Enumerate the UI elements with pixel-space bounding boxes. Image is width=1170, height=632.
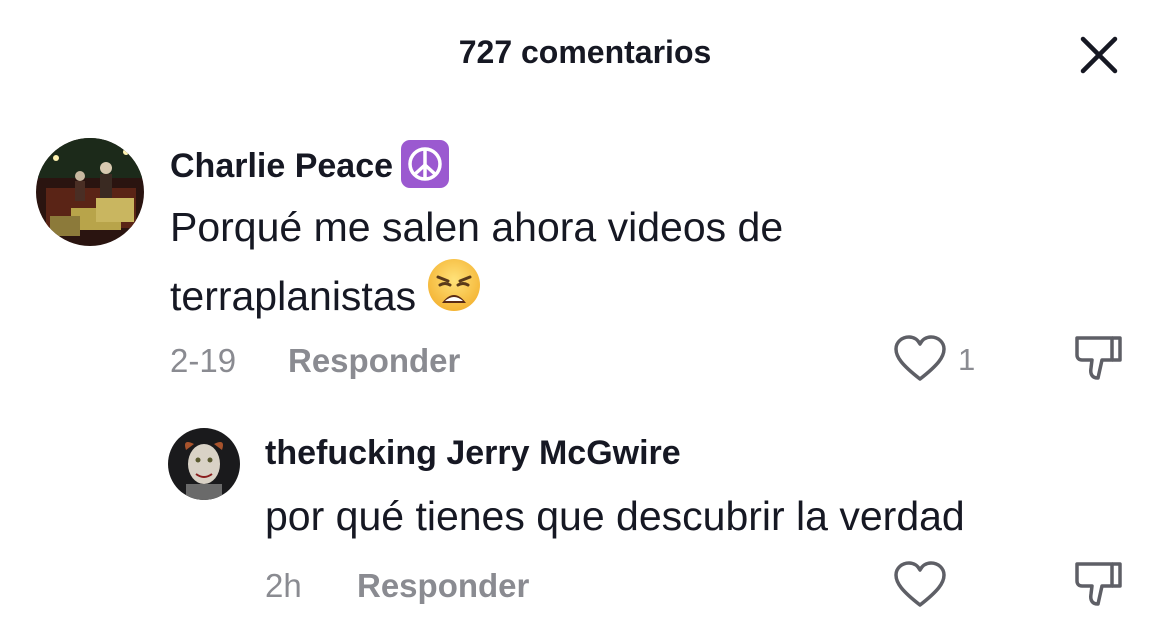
- close-button[interactable]: [1078, 34, 1120, 76]
- heart-icon: [894, 561, 946, 607]
- like-button[interactable]: [892, 334, 948, 384]
- reply-timestamp: 2h: [265, 567, 302, 604]
- reply-button[interactable]: Responder: [288, 342, 460, 380]
- dislike-button[interactable]: [1074, 332, 1124, 384]
- peace-symbol-icon: [401, 140, 450, 188]
- dislike-button[interactable]: [1074, 558, 1124, 610]
- thumbs-down-icon: [1075, 562, 1122, 606]
- heart-icon: [894, 335, 946, 381]
- like-count: 1: [958, 342, 976, 377]
- avatar[interactable]: [168, 428, 240, 500]
- comment-timestamp: 2-19: [170, 342, 237, 379]
- like-button[interactable]: [892, 560, 948, 610]
- comment-username[interactable]: Charlie Peace: [170, 140, 450, 192]
- thumbs-down-icon: [1075, 336, 1122, 380]
- comment-text-line: Porqué me salen ahora videos de: [170, 204, 784, 250]
- reply-username[interactable]: thefucking Jerry McGwire: [265, 434, 681, 473]
- comment-text: Porqué me salen ahora videos de terrapla…: [170, 193, 783, 337]
- comments-header-title: 727 comentarios: [458, 34, 712, 70]
- comment-text-line: terraplanistas: [170, 259, 783, 337]
- reply-button[interactable]: Responder: [357, 567, 529, 605]
- weary-face-emoji: [426, 257, 482, 333]
- close-icon: [1080, 36, 1118, 74]
- reply-text: por qué tienes que descubrir la verdad: [265, 493, 965, 539]
- avatar[interactable]: [36, 138, 144, 246]
